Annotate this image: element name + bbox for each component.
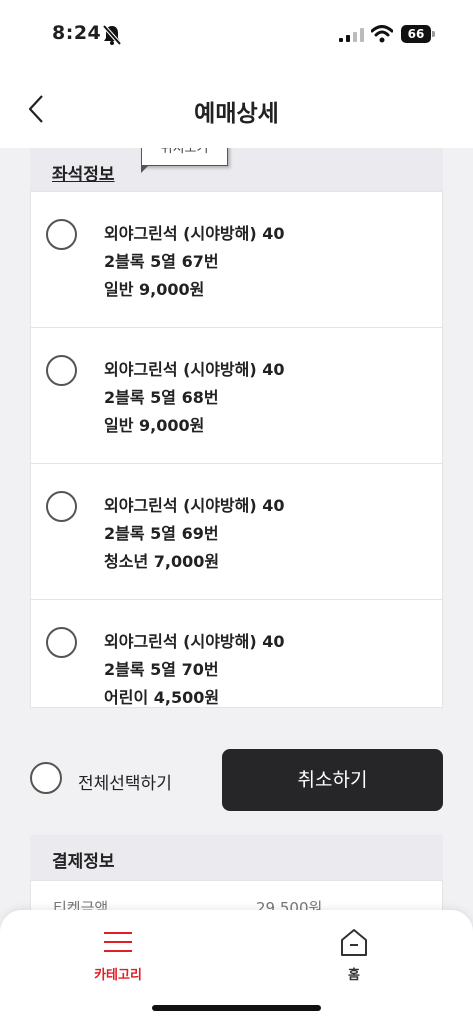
payment-section-header: 결제정보 — [30, 835, 443, 880]
seat-price: 일반 9,000원 — [104, 280, 205, 299]
wifi-icon — [371, 25, 393, 43]
ticket-amount-value: 29,500원 — [256, 899, 323, 910]
cellular-signal-icon — [339, 28, 364, 42]
seat-section-title: 좌석정보 — [52, 165, 115, 185]
ticket-amount-label: 티켓금액 — [53, 899, 109, 910]
seat-price: 청소년 7,000원 — [104, 552, 220, 571]
seat-zone: 외야그린석 (시야방해) 40 — [104, 496, 285, 515]
payment-section-title: 결제정보 — [52, 852, 115, 872]
status-time: 8:24 — [52, 22, 102, 44]
seat-radio[interactable] — [46, 219, 77, 250]
seat-zone: 외야그린석 (시야방해) 40 — [104, 224, 285, 243]
seat-number: 2블록 5열 70번 — [104, 660, 219, 679]
seat-radio[interactable] — [46, 491, 77, 522]
select-all-radio[interactable] — [30, 762, 62, 794]
seat-number: 2블록 5열 69번 — [104, 524, 219, 543]
tab-home-label: 홈 — [348, 968, 360, 983]
seat-price: 일반 9,000원 — [104, 416, 205, 435]
page-title: 예매상세 — [194, 101, 279, 127]
seat-info: 외야그린석 (시야방해) 40 2블록 5열 69번 청소년 7,000원 — [104, 492, 285, 576]
cancel-button[interactable]: 취소하기 — [222, 749, 443, 811]
main-content[interactable]: 좌석정보 위치보기 외야그린석 (시야방해) 40 2블록 5열 67번 일반 … — [0, 148, 473, 910]
seat-info: 외야그린석 (시야방해) 40 2블록 5열 70번 어린이 4,500원 — [104, 628, 285, 712]
tooltip-tail — [141, 165, 149, 173]
seat-list-item[interactable]: 외야그린석 (시야방해) 40 2블록 5열 67번 일반 9,000원 — [31, 192, 442, 328]
seat-info: 외야그린석 (시야방해) 40 2블록 5열 68번 일반 9,000원 — [104, 356, 285, 440]
select-all-label[interactable]: 전체선택하기 — [78, 769, 172, 794]
battery-tip — [432, 31, 435, 37]
seat-list-item[interactable]: 외야그린석 (시야방해) 40 2블록 5열 68번 일반 9,000원 — [31, 328, 442, 464]
tab-category[interactable]: 카테고리 — [58, 922, 178, 992]
seat-zone: 외야그린석 (시야방해) 40 — [104, 360, 285, 379]
seat-radio[interactable] — [46, 627, 77, 658]
tab-category-label: 카테고리 — [94, 968, 142, 983]
header: 예매상세 — [0, 70, 473, 148]
menu-icon — [104, 932, 132, 952]
tab-home[interactable]: 홈 — [294, 922, 414, 992]
seat-section-header: 좌석정보 — [30, 148, 443, 191]
seat-info: 외야그린석 (시야방해) 40 2블록 5열 67번 일반 9,000원 — [104, 220, 285, 304]
home-indicator — [152, 1005, 321, 1011]
seat-number: 2블록 5열 67번 — [104, 252, 219, 271]
seat-list-item[interactable]: 외야그린석 (시야방해) 40 2블록 5열 70번 어린이 4,500원 — [31, 600, 442, 707]
seat-price: 어린이 4,500원 — [104, 688, 220, 707]
seat-zone: 외야그린석 (시야방해) 40 — [104, 632, 285, 651]
home-icon — [341, 929, 367, 956]
location-tooltip[interactable]: 위치보기 — [141, 148, 228, 166]
seat-list: 외야그린석 (시야방해) 40 2블록 5열 67번 일반 9,000원 외야그… — [30, 191, 443, 708]
status-bar: 8:24 66 — [0, 0, 473, 70]
seat-radio[interactable] — [46, 355, 77, 386]
bell-off-icon — [102, 24, 122, 46]
seat-list-item[interactable]: 외야그린석 (시야방해) 40 2블록 5열 69번 청소년 7,000원 — [31, 464, 442, 600]
payment-row: 티켓금액 29,500원 — [30, 880, 443, 910]
battery-icon: 66 — [401, 25, 431, 43]
seat-number: 2블록 5열 68번 — [104, 388, 219, 407]
